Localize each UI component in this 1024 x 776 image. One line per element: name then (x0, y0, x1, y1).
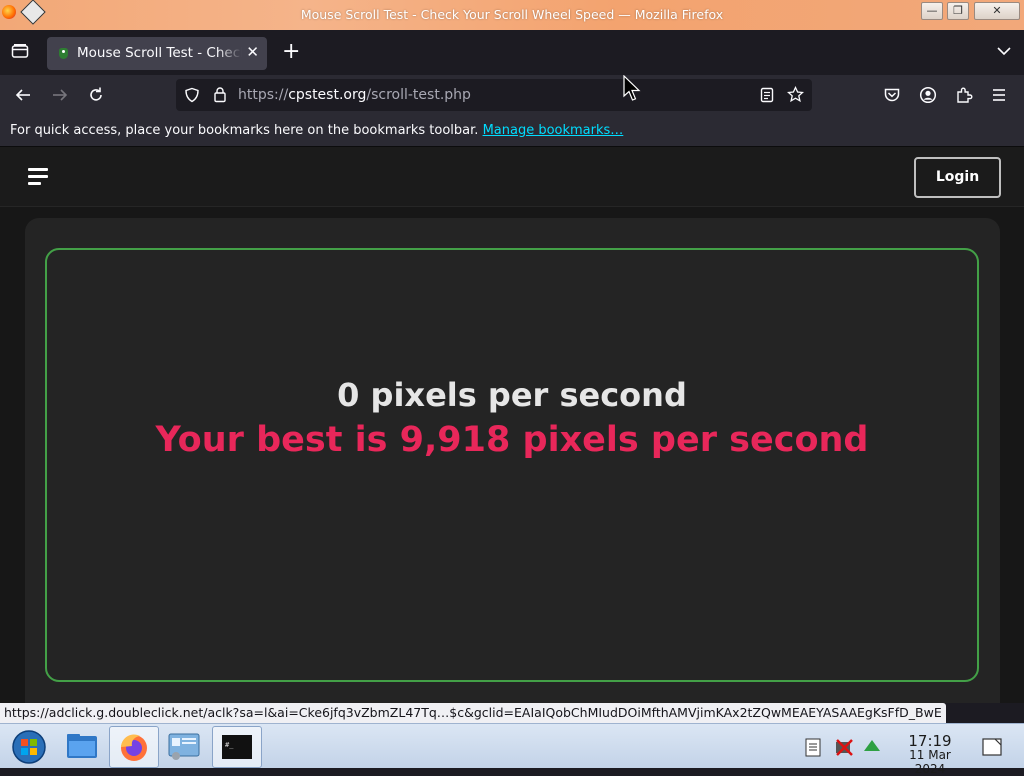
best-speed-text: Your best is 9,918 pixels per second (155, 420, 869, 460)
minimize-button[interactable]: — (921, 2, 943, 20)
start-button[interactable] (8, 726, 58, 768)
manage-bookmarks-link[interactable]: Manage bookmarks… (483, 123, 624, 138)
url-host: cpstest.org (288, 87, 367, 103)
clipboard-tray-icon[interactable] (803, 736, 825, 762)
login-button[interactable]: Login (914, 157, 1001, 198)
bookmarks-toolbar: For quick access, place your bookmarks h… (0, 115, 1024, 147)
navigation-toolbar: https://cpstest.org/scroll-test.php (0, 75, 1024, 115)
url-path: /scroll-test.php (366, 87, 471, 103)
tab-label: Mouse Scroll Test - Check Your Scroll Wh… (77, 45, 242, 61)
tab-strip: Mouse Scroll Test - Check Your Scroll Wh… (0, 30, 1024, 75)
firefox-taskbar-icon[interactable] (109, 726, 159, 768)
site-header: Login (0, 147, 1024, 207)
status-link-url: https://adclick.g.doubleclick.net/aclk?s… (0, 703, 946, 723)
bookmarks-empty-message: For quick access, place your bookmarks h… (10, 123, 623, 138)
url-bar[interactable]: https://cpstest.org/scroll-test.php (176, 79, 812, 111)
extensions-icon[interactable] (955, 86, 973, 108)
new-tab-button[interactable]: + (282, 40, 300, 64)
taskbar: #_ 17:19 11 Mar 2024 (0, 723, 1024, 776)
update-notifier-icon[interactable] (862, 738, 882, 758)
account-icon[interactable] (919, 86, 937, 108)
file-manager-icon[interactable] (58, 726, 108, 768)
window-title: Mouse Scroll Test - Check Your Scroll Wh… (300, 7, 724, 22)
url-scheme: https:// (238, 87, 289, 103)
window-titlebar: Mouse Scroll Test - Check Your Scroll Wh… (0, 0, 1024, 30)
control-panel-icon[interactable] (160, 726, 210, 768)
bookmarks-hint-text: For quick access, place your bookmarks h… (10, 123, 483, 138)
show-desktop-icon[interactable] (980, 735, 1004, 763)
tab-scroll-test[interactable]: Mouse Scroll Test - Check Your Scroll Wh… (47, 37, 267, 70)
app-menu-icon[interactable] (991, 87, 1007, 106)
pocket-icon[interactable] (883, 86, 901, 108)
tab-close-icon[interactable]: ✕ (246, 43, 259, 61)
web-page: Login 0 pixels per second Your best is 9… (0, 147, 1024, 703)
back-icon[interactable] (14, 86, 32, 108)
reader-view-icon[interactable] (760, 87, 774, 107)
forward-icon[interactable] (51, 86, 69, 108)
tracking-protection-shield-icon[interactable] (184, 87, 200, 107)
scroll-test-area[interactable]: 0 pixels per second Your best is 9,918 p… (45, 248, 979, 682)
bookmark-star-icon[interactable] (786, 85, 805, 107)
lock-icon[interactable] (212, 86, 228, 107)
terminal-taskbar-icon[interactable]: #_ (212, 726, 262, 768)
maximize-button[interactable]: ❐ (947, 2, 969, 20)
mouse-cursor-icon (623, 74, 641, 107)
network-disconnected-icon[interactable] (833, 736, 855, 762)
hamburger-menu-icon[interactable] (28, 168, 48, 186)
url-text[interactable]: https://cpstest.org/scroll-test.php (238, 87, 471, 103)
close-window-button[interactable]: ✕ (974, 2, 1020, 20)
list-all-tabs-icon[interactable] (995, 42, 1013, 64)
firefox-view-icon[interactable] (11, 43, 29, 59)
reload-icon[interactable] (87, 86, 105, 108)
site-favicon-icon (59, 48, 68, 59)
current-speed-text: 0 pixels per second (337, 376, 687, 414)
svg-text:#_: #_ (225, 741, 234, 749)
clock-date[interactable]: 11 Mar 2024 (892, 748, 968, 776)
